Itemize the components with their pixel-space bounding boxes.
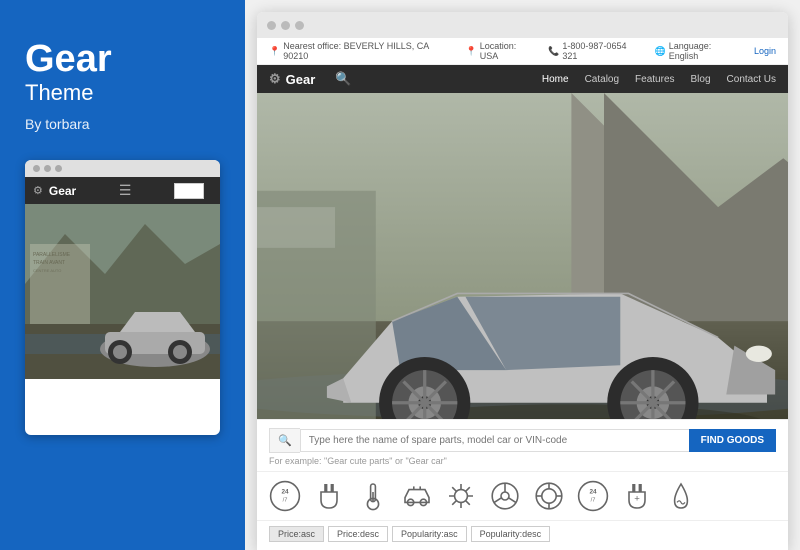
mini-hero-image: PARALLELISME TRAIN AVANT CENTRE AUTO [25, 204, 220, 379]
svg-text:TRAIN AVANT: TRAIN AVANT [33, 260, 65, 266]
icon-24-7-2: 24/7 [577, 480, 609, 512]
main-nav: ⚙ Gear 🔍 Home Catalog Features Blog Cont… [257, 65, 788, 93]
nav-gear-icon: ⚙ [269, 71, 281, 87]
language-icon: 🌐 [655, 46, 666, 57]
icon-fluid [665, 480, 697, 512]
icons-row: 24/7 [257, 471, 788, 520]
svg-text:+: + [634, 494, 640, 505]
mini-dot-3 [55, 165, 62, 172]
svg-text:/7: /7 [283, 498, 288, 504]
mini-hero-svg: PARALLELISME TRAIN AVANT CENTRE AUTO [25, 204, 220, 379]
filter-popularity-asc[interactable]: Popularity:asc [392, 526, 467, 542]
nav-link-contact[interactable]: Contact Us [727, 74, 776, 85]
big-dot-1 [267, 21, 276, 30]
nav-brand-label: Gear [286, 72, 316, 87]
search-section: 🔍 FIND GOODS For example: "Gear cute par… [257, 419, 788, 471]
nav-links: Home Catalog Features Blog Contact Us [542, 74, 776, 85]
right-panel: 📍 Nearest office: BEVERLY HILLS, CA 9021… [245, 0, 800, 550]
search-row: 🔍 FIND GOODS [269, 428, 776, 453]
hero-image: CENTRAUTO PARALLELISME TRAIN AVANT [257, 93, 788, 419]
svg-text:24: 24 [281, 489, 289, 496]
big-dot-2 [281, 21, 290, 30]
nav-search-button[interactable]: 🔍 [335, 71, 351, 87]
search-icon-wrap: 🔍 [269, 428, 300, 453]
icon-24-7: 24/7 [269, 480, 301, 512]
nav-link-catalog[interactable]: Catalog [585, 74, 619, 85]
login-link[interactable]: Login [754, 46, 776, 56]
big-dot-3 [295, 21, 304, 30]
nav-link-blog[interactable]: Blog [691, 74, 711, 85]
phone-info: 📞 1-800-987-0654 321 [548, 41, 642, 61]
mini-search-bar [174, 183, 204, 199]
location-icon: 📍 [466, 46, 477, 57]
filter-price-desc[interactable]: Price:desc [328, 526, 388, 542]
theme-title: Gear [25, 40, 220, 78]
mini-browser-bar [25, 160, 220, 177]
nav-link-home[interactable]: Home [542, 74, 569, 85]
icon-battery: + [621, 480, 653, 512]
utility-bar: 📍 Nearest office: BEVERLY HILLS, CA 9021… [257, 38, 788, 65]
icon-steering-wheel [489, 480, 521, 512]
find-goods-button[interactable]: FIND GOODS [689, 429, 776, 452]
mini-nav-title: Gear [49, 184, 76, 198]
icon-temperature [357, 480, 389, 512]
svg-text:24: 24 [589, 489, 597, 496]
language-info: 🌐 Language: English [655, 41, 742, 61]
search-icon: 🔍 [278, 435, 292, 447]
search-example: For example: "Gear cute parts" or "Gear … [269, 456, 776, 466]
office-info: 📍 Nearest office: BEVERLY HILLS, CA 9021… [269, 41, 454, 61]
browser-chrome-bar [257, 12, 788, 38]
filter-price-asc[interactable]: Price:asc [269, 526, 324, 542]
filter-popularity-desc[interactable]: Popularity:desc [471, 526, 551, 542]
office-icon: 📍 [269, 46, 280, 57]
mini-dot-2 [44, 165, 51, 172]
filter-row: Price:asc Price:desc Popularity:asc Popu… [257, 520, 788, 550]
big-browser: 📍 Nearest office: BEVERLY HILLS, CA 9021… [257, 12, 788, 550]
mini-gear-icon: ⚙ [33, 184, 43, 197]
icon-car-repair [401, 480, 433, 512]
icon-tire [533, 480, 565, 512]
theme-subtitle: Theme [25, 80, 220, 106]
mini-menu-icon: ☰ [119, 182, 132, 199]
mini-dot-1 [33, 165, 40, 172]
nav-brand: ⚙ Gear [269, 71, 315, 87]
left-panel: Gear Theme By torbara ⚙ Gear ☰ [0, 0, 245, 550]
search-input[interactable] [300, 429, 689, 452]
nav-link-features[interactable]: Features [635, 74, 674, 85]
svg-text:PARALLELISME: PARALLELISME [33, 252, 71, 258]
location-info: 📍 Location: USA [466, 41, 537, 61]
theme-author: By torbara [25, 116, 220, 132]
icon-electric [313, 480, 345, 512]
mini-nav-bar: ⚙ Gear ☰ [25, 177, 220, 204]
icon-engine [445, 480, 477, 512]
mini-browser-preview: ⚙ Gear ☰ [25, 160, 220, 435]
hero-svg: CENTRAUTO PARALLELISME TRAIN AVANT [257, 93, 788, 419]
phone-icon: 📞 [548, 46, 559, 57]
svg-text:CENTRE AUTO: CENTRE AUTO [33, 268, 61, 273]
svg-text:/7: /7 [591, 498, 596, 504]
